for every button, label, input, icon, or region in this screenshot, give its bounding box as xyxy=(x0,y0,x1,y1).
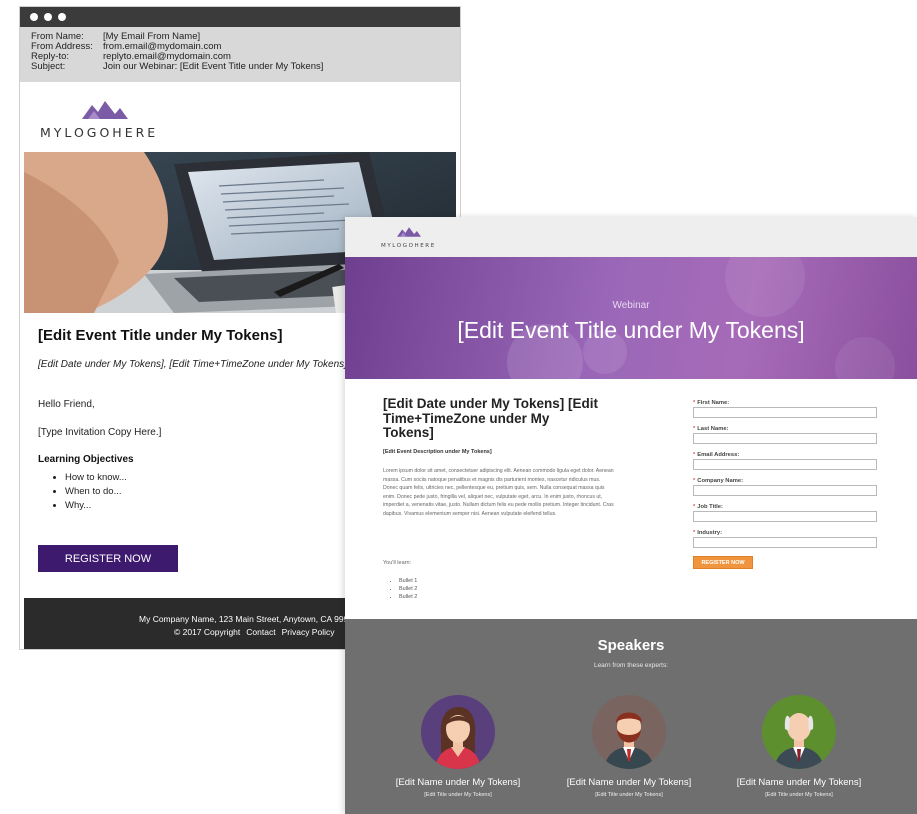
hero-subtitle: Webinar xyxy=(612,300,650,311)
field-label: * Last Name: xyxy=(693,426,729,432)
privacy-policy-link[interactable]: Privacy Policy xyxy=(282,627,335,637)
header-row-from-address: From Address: from.email@mydomain.com xyxy=(31,41,222,52)
hero-title: [Edit Event Title under My Tokens] xyxy=(457,317,805,343)
learn-label: You'll learn: xyxy=(383,560,412,566)
list-item: When to do... xyxy=(65,485,127,499)
speakers-subheading: Learn from these experts: xyxy=(593,662,669,669)
copyright-text: © 2017 Copyright xyxy=(174,627,241,637)
objectives-list: How to know... When to do... Why... xyxy=(38,471,127,513)
field-label: * Company Name: xyxy=(693,478,744,484)
list-item: Bullet 1 xyxy=(399,577,417,585)
landing-main: [Edit Date under My Tokens] [Edit Time+T… xyxy=(345,379,917,619)
industry-input[interactable] xyxy=(693,537,877,548)
field-label: * Job Title: xyxy=(693,504,723,510)
older-man-avatar-icon xyxy=(774,713,824,769)
window-dot-icon[interactable] xyxy=(44,13,52,21)
list-item: Why... xyxy=(65,499,127,513)
form-group-last-name: * Last Name: xyxy=(693,425,877,451)
list-item: Bullet 2 xyxy=(399,593,417,601)
email-address-input[interactable] xyxy=(693,459,877,470)
event-title: [Edit Event Title under My Tokens] xyxy=(38,327,283,344)
landing-header: MYLOGOHERE xyxy=(345,217,917,257)
contact-link[interactable]: Contact xyxy=(246,627,275,637)
register-now-button[interactable]: REGISTER NOW xyxy=(38,545,178,572)
bearded-man-avatar-icon xyxy=(604,712,654,769)
mountain-logo-icon xyxy=(397,227,421,237)
landing-page-preview: MYLOGOHERE Webinar [Edit Event Title und… xyxy=(345,217,917,814)
logo-text: MYLOGOHERE xyxy=(381,243,436,249)
header-row-subject: Subject: Join our Webinar: [Edit Event Ti… xyxy=(31,61,324,72)
speaker-card: [Edit Name under My Tokens] [Edit Title … xyxy=(544,695,714,798)
window-dot-icon[interactable] xyxy=(30,13,38,21)
event-datetime: [Edit Date under My Tokens], [Edit Time+… xyxy=(38,359,347,370)
speaker-card: [Edit Name under My Tokens] [Edit Title … xyxy=(373,695,543,798)
bearded-man-avatar-icon xyxy=(592,695,666,769)
objectives-heading: Learning Objectives xyxy=(38,454,134,465)
form-group-company: * Company Name: xyxy=(693,477,877,503)
speaker-name: [Edit Name under My Tokens] xyxy=(395,777,521,788)
email-logo: MYLOGOHERE xyxy=(20,87,460,153)
landing-hero-banner: Webinar [Edit Event Title under My Token… xyxy=(345,257,917,379)
speaker-name: [Edit Name under My Tokens] xyxy=(736,777,862,788)
list-item: Bullet 2 xyxy=(399,585,417,593)
event-date-heading: [Edit Date under My Tokens] [Edit Time+T… xyxy=(383,396,599,440)
job-title-input[interactable] xyxy=(693,511,877,522)
speaker-card: [Edit Name under My Tokens] [Edit Title … xyxy=(714,695,884,798)
speaker-title: [Edit Title under My Tokens] xyxy=(765,792,833,798)
field-label: * First Name: xyxy=(693,400,730,406)
company-name-input[interactable] xyxy=(693,485,877,496)
register-now-button[interactable]: REGISTER NOW xyxy=(693,556,753,569)
field-label: * Industry: xyxy=(693,530,723,536)
footer-links: © 2017 Copyright Contact Privacy Policy xyxy=(174,627,340,637)
email-headers: From Name: [My Email From Name] From Addr… xyxy=(20,27,460,82)
form-group-first-name: * First Name: xyxy=(693,399,877,425)
form-group-job-title: * Job Title: xyxy=(693,503,877,529)
window-dot-icon[interactable] xyxy=(58,13,66,21)
speakers-section: Speakers Learn from these experts: [Edit… xyxy=(345,619,917,814)
mountain-logo-icon xyxy=(82,101,128,119)
speaker-title: [Edit Title under My Tokens] xyxy=(424,792,492,798)
last-name-input[interactable] xyxy=(693,433,877,444)
speakers-heading: Speakers xyxy=(597,637,665,654)
list-item: How to know... xyxy=(65,471,127,485)
female-avatar-icon xyxy=(421,695,495,769)
bullet-list: Bullet 1 Bullet 2 Bullet 2 xyxy=(383,577,417,601)
form-group-industry: * Industry: xyxy=(693,529,877,555)
invitation-copy: [Type Invitation Copy Here.] xyxy=(38,427,162,438)
logo-text: MYLOGOHERE xyxy=(40,125,159,140)
greeting: Hello Friend, xyxy=(38,399,95,410)
female-avatar-icon xyxy=(435,707,481,769)
older-man-avatar-icon xyxy=(762,695,836,769)
registration-form: * First Name: * Last Name: * Email Address:… xyxy=(693,399,877,569)
speaker-title: [Edit Title under My Tokens] xyxy=(595,792,663,798)
window-titlebar xyxy=(20,7,460,27)
first-name-input[interactable] xyxy=(693,407,877,418)
description-heading: [Edit Event Description under My Tokens] xyxy=(383,449,492,455)
header-row-from-name: From Name: [My Email From Name] xyxy=(31,31,201,42)
speaker-name: [Edit Name under My Tokens] xyxy=(566,777,692,788)
company-address: My Company Name, 123 Main Street, Anytow… xyxy=(139,614,358,624)
description-text: Lorem ipsum dolor sit amet, consectetuer… xyxy=(383,468,614,517)
form-group-email: * Email Address: xyxy=(693,451,877,477)
field-label: * Email Address: xyxy=(693,452,740,458)
